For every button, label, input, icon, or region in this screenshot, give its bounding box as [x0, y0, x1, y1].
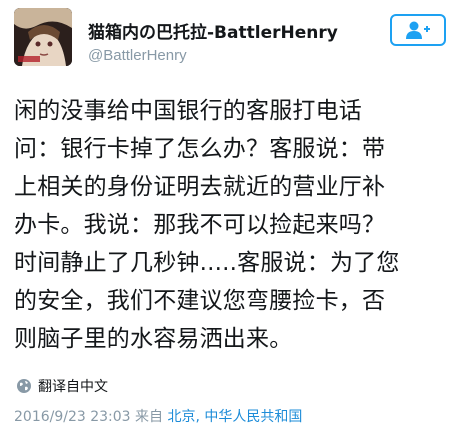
tweet-header: 猫箱内の巴托拉-BattlerHenry @BattlerHenry	[14, 8, 446, 68]
tweet-line: 时间静止了几秒钟.....客服说：为了您	[14, 250, 400, 276]
tweet-meta: 2016/9/23 23:03 来自 北京, 中华人民共和国	[14, 406, 302, 426]
from-label: 来自	[135, 409, 164, 425]
avatar[interactable]	[14, 8, 72, 66]
tweet-line: 则脑子里的水容易洒出来。	[14, 326, 293, 352]
tweet-line: 闲的没事给中国银行的客服打电话	[14, 98, 362, 124]
tweet-line: 的安全，我们不建议您弯腰捡卡，否	[14, 288, 386, 314]
tweet-line: 办卡。我说：那我不可以捡起来吗？	[14, 212, 386, 238]
avatar-image	[14, 8, 72, 66]
follow-button[interactable]	[390, 14, 446, 46]
display-name[interactable]: 猫箱内の巴托拉-BattlerHenry	[88, 18, 338, 43]
timestamp[interactable]: 2016/9/23 23:03	[14, 409, 131, 425]
add-user-icon	[406, 21, 430, 39]
globe-icon	[17, 379, 31, 393]
translate-label: 翻译自中文	[38, 379, 108, 395]
translate-link[interactable]: 翻译自中文	[16, 376, 108, 396]
user-names: 猫箱内の巴托拉-BattlerHenry @BattlerHenry	[88, 18, 338, 64]
tweet-line: 问：银行卡掉了怎么办？客服说：带	[14, 136, 386, 162]
tweet-line: 上相关的身份证明去就近的营业厅补	[14, 174, 386, 200]
tweet-text: 闲的没事给中国银行的客服打电话 问：银行卡掉了怎么办？客服说：带 上相关的身份证…	[14, 92, 446, 358]
user-handle[interactable]: @BattlerHenry	[88, 47, 338, 64]
location-link[interactable]: 北京, 中华人民共和国	[168, 409, 303, 425]
